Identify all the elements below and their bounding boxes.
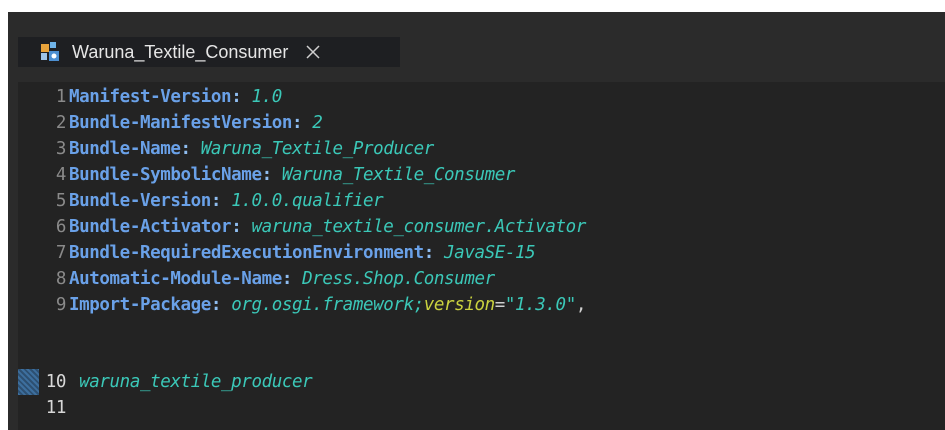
separator: : [231,217,252,237]
code-line: 8 Automatic-Module-Name: Dress.Shop.Consu… [18,266,945,292]
separator: : [210,191,232,211]
manifest-value: 2 [312,113,323,133]
separator: : [423,243,445,263]
code-line: 3 Bundle-Name: Waruna_Textile_Producer [18,136,945,162]
line-number: 11 [45,398,67,418]
manifest-key: Import-Package [69,295,211,315]
tab-manifest[interactable]: Waruna_Textile_Consumer [18,37,400,67]
separator: : [231,87,252,107]
line-number: 1 [55,87,67,107]
manifest-value: JavaSE-15 [444,243,536,263]
separator: : [292,113,313,133]
manifest-key: Bundle-Version [69,191,211,211]
manifest-editor[interactable]: 1 Manifest-Version: 1.0 2 Bundle-ManifestV… [18,82,945,430]
line-number: 2 [55,113,67,133]
separator: : [210,295,232,315]
manifest-value: waruna_textile_producer [69,372,313,392]
manifest-value: Dress.Shop.Consumer [302,269,495,289]
separator: : [281,269,303,289]
code-line: 10 waruna_textile_producer [18,369,945,395]
manifest-value: Waruna_Textile_Producer [200,139,435,159]
line-number: 8 [55,269,67,289]
separator: : [261,165,282,185]
manifest-key: Bundle-Name [69,139,181,159]
close-icon[interactable] [304,43,322,61]
equals-sign: = [494,295,506,315]
code-line: 1 Manifest-Version: 1.0 [18,84,945,110]
line-number: 5 [55,191,67,211]
manifest-key: Bundle-SymbolicName [69,165,262,185]
manifest-value: 1.0 [251,87,282,107]
line-number: 7 [55,243,67,263]
code-line: 2 Bundle-ManifestVersion: 2 [18,110,945,136]
manifest-value: org.osgi.framework; [231,295,424,315]
line-number: 6 [55,217,67,237]
tab-title: Waruna_Textile_Consumer [72,41,289,62]
manifest-value: 1.0.0.qualifier [231,191,384,211]
attribute-value: "1.3.0" [504,295,576,315]
line-number: 3 [55,139,67,159]
code-line: 5 Bundle-Version: 1.0.0.qualifier [18,188,945,214]
manifest-value: Waruna_Textile_Consumer [281,165,516,185]
manifest-key: Manifest-Version [69,87,232,107]
code-line: 6 Bundle-Activator: waruna_textile_consum… [18,214,945,240]
manifest-key: Bundle-RequiredExecutionEnvironment [69,243,424,263]
comma: , [575,295,587,315]
plugin-manifest-icon [38,40,62,64]
manifest-key: Bundle-Activator [69,217,232,237]
editor-window: Waruna_Textile_Consumer 1 Manifest-Versio… [8,12,945,430]
attribute-name: version [423,295,495,315]
line-number: 9 [55,295,67,315]
manifest-value: waruna_textile_consumer.Activator [251,217,586,237]
code-line: 11 [18,395,945,421]
code-line: 7 Bundle-RequiredExecutionEnvironment: Ja… [18,240,945,266]
code-line: 9 Import-Package: org.osgi.framework; vers… [18,292,945,318]
line-number: 10 [45,372,67,392]
code-line: 4 Bundle-SymbolicName: Waruna_Textile_Con… [18,162,945,188]
tab-bar: Waruna_Textile_Consumer [8,12,945,79]
line-number: 4 [55,165,67,185]
separator: : [180,139,201,159]
manifest-key: Automatic-Module-Name [69,269,282,289]
manifest-key: Bundle-ManifestVersion [69,113,292,133]
